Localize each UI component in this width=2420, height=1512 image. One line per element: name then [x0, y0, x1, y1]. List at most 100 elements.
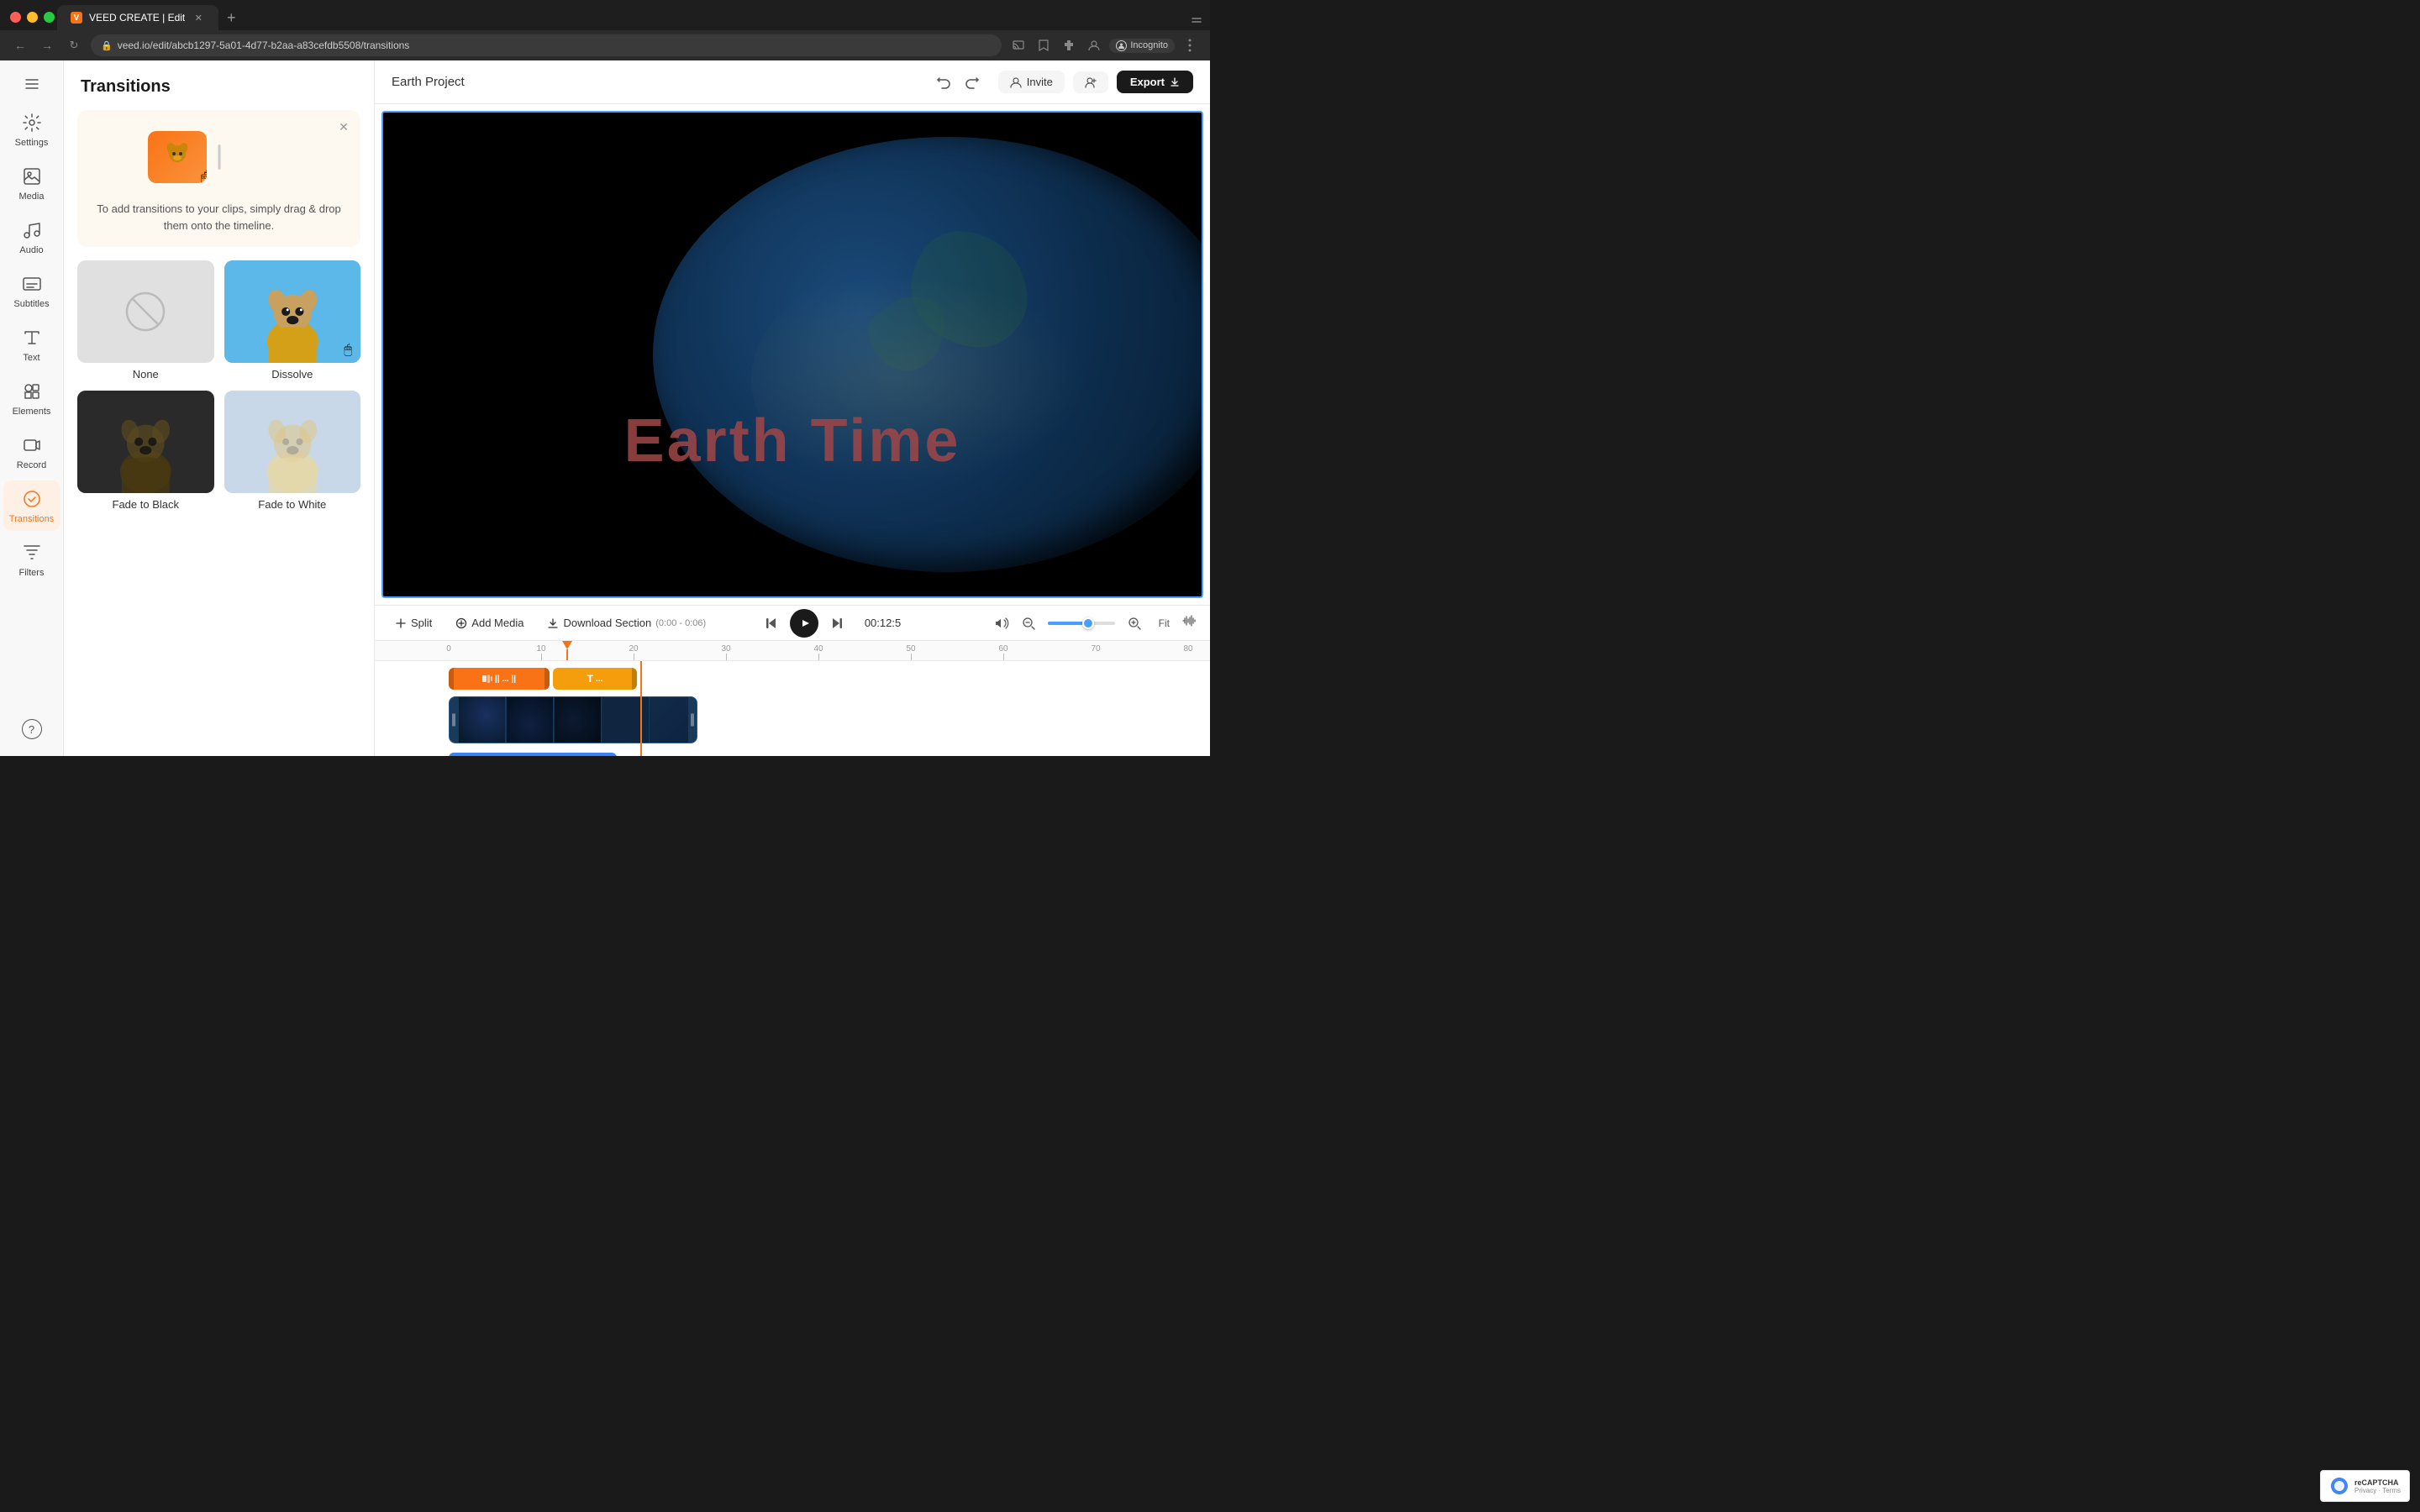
tab-expand-icon[interactable] [1190, 13, 1203, 27]
sidebar-item-record[interactable]: Record [3, 427, 60, 477]
sidebar-item-media[interactable]: Media [3, 158, 60, 208]
playhead-marker[interactable] [566, 641, 568, 660]
maximize-window-button[interactable] [44, 12, 55, 23]
incognito-badge[interactable]: Incognito [1109, 39, 1175, 53]
time-display: 00:12:5 [855, 617, 910, 629]
timeline-toolbar: Split Add Media Download Section (0:00 -… [375, 606, 1210, 641]
ruler-mark-80: 80 [1183, 644, 1192, 654]
add-user-icon [1085, 76, 1097, 88]
new-tab-button[interactable]: + [218, 5, 244, 30]
waveform-button[interactable] [1181, 613, 1197, 633]
video-clip-handle-left[interactable] [450, 697, 458, 743]
fit-button[interactable]: Fit [1154, 616, 1175, 631]
audio-clip[interactable]: ♪ Audio epic-new-world-m... [449, 753, 617, 756]
volume-button[interactable] [994, 616, 1009, 631]
film-frame-2 [507, 697, 554, 743]
track-row-audio: ♪ Audio epic-new-world-m... [381, 750, 1203, 756]
bookmark-icon[interactable] [1034, 35, 1054, 55]
ruler-tick-50 [911, 654, 912, 660]
export-button[interactable]: Export [1117, 71, 1193, 93]
ruler-mark-50: 50 [906, 644, 915, 654]
waveform-icon [1181, 613, 1197, 628]
add-media-button[interactable]: Add Media [449, 613, 530, 633]
minimize-window-button[interactable] [27, 12, 38, 23]
invite-button[interactable]: Invite [998, 71, 1065, 93]
back-button[interactable]: ← [10, 35, 30, 55]
download-range: (0:00 - 0:06) [655, 618, 706, 628]
clip-a-thumbnail: 🖱 [148, 131, 207, 183]
dissolve-dog-illustration [224, 260, 361, 363]
sidebar-item-transitions[interactable]: Transitions [3, 480, 60, 531]
earth-globe [653, 137, 1202, 572]
title-clip-label: ... [596, 675, 602, 684]
sidebar-elements-label: Elements [13, 407, 51, 417]
timeline-ruler: 0 10 20 30 40 50 60 70 80 90 100 110 [375, 641, 1210, 661]
download-section-button[interactable]: Download Section (0:00 - 0:06) [540, 613, 713, 633]
cast-icon[interactable] [1008, 35, 1028, 55]
close-window-button[interactable] [10, 12, 21, 23]
transition-none[interactable]: None [77, 260, 214, 381]
refresh-button[interactable]: ↻ [64, 35, 84, 55]
play-button[interactable] [790, 609, 818, 638]
browser-tab[interactable]: V VEED CREATE | Edit ✕ [57, 5, 218, 30]
sidebar-item-audio[interactable]: Audio [3, 212, 60, 262]
clip-ui-icon [482, 675, 492, 683]
video-clip[interactable] [449, 696, 697, 743]
tab-favicon: V [71, 12, 82, 24]
playhead-line [566, 649, 568, 661]
ui-clip[interactable]: || ... || [449, 668, 550, 690]
browser-chrome: V VEED CREATE | Edit ✕ + ← → ↻ 🔒 veed.io… [0, 0, 1210, 60]
help-button[interactable]: ? [3, 712, 60, 746]
title-clip-handle-right[interactable] [632, 668, 637, 690]
skip-back-button[interactable] [760, 612, 783, 635]
transition-fade-white-thumbnail [224, 391, 361, 493]
track-row-clips: || ... || T ... [381, 666, 1203, 691]
timeline-content: 0 10 20 30 40 50 60 70 80 90 100 110 [375, 641, 1210, 756]
lock-icon: 🔒 [101, 40, 113, 51]
extensions-icon[interactable] [1059, 35, 1079, 55]
editor-content: Earth Time Split Add Media [375, 104, 1210, 756]
sidebar-item-subtitles[interactable]: Subtitles [3, 265, 60, 316]
preview-canvas: Earth Time [383, 113, 1202, 596]
forward-button[interactable]: → [37, 35, 57, 55]
sidebar-item-text[interactable]: Text [3, 319, 60, 370]
recaptcha-text: reCAPTCHA Privacy · Terms [2354, 1478, 2401, 1494]
preview-area: Earth Time [381, 111, 1203, 598]
transition-dissolve[interactable]: 🖱 Dissolve [224, 260, 361, 381]
sidebar-bottom: ? [3, 712, 60, 746]
fade-white-dog-illustration [224, 391, 361, 493]
ruler-mark-20: 20 [629, 644, 638, 654]
transition-fade-black[interactable]: Fade to Black [77, 391, 214, 511]
profile-icon[interactable] [1084, 35, 1104, 55]
tab-close-button[interactable]: ✕ [192, 11, 205, 24]
zoom-thumb[interactable] [1082, 617, 1094, 629]
film-frame-3 [555, 697, 602, 743]
redo-button[interactable] [960, 70, 985, 95]
zoom-in-button[interactable] [1122, 611, 1147, 636]
sidebar-item-elements[interactable]: Elements [3, 373, 60, 423]
ruler-tick-30 [726, 654, 727, 660]
title-clip[interactable]: T ... [553, 668, 637, 690]
split-button[interactable]: Split [388, 613, 439, 633]
ruler-mark-60: 60 [998, 644, 1007, 654]
playback-controls: 00:12:5 [760, 609, 910, 638]
address-bar[interactable]: 🔒 veed.io/edit/abcb1297-5a01-4d77-b2aa-a… [91, 34, 1002, 56]
transition-fade-white[interactable]: Fade to White [224, 391, 361, 511]
sidebar-menu-button[interactable] [3, 71, 60, 97]
sidebar-item-settings[interactable]: Settings [3, 104, 60, 155]
video-clip-handle-right[interactable] [688, 697, 697, 743]
zoom-slider[interactable] [1048, 622, 1115, 625]
zoom-out-button[interactable] [1016, 611, 1041, 636]
clip-handle-right[interactable] [544, 668, 550, 690]
clip-handle-left[interactable] [449, 668, 454, 690]
recaptcha-badge: reCAPTCHA Privacy · Terms [2320, 1470, 2410, 1502]
sidebar-item-filters[interactable]: Filters [3, 534, 60, 585]
gear-icon [20, 111, 44, 134]
editor-main: Earth Project Invite Export [375, 60, 1210, 756]
skip-forward-button[interactable] [825, 612, 849, 635]
zoom-out-icon [1022, 617, 1035, 630]
add-collaborator-button[interactable] [1073, 71, 1108, 93]
undo-button[interactable] [931, 70, 956, 95]
menu-icon[interactable] [1180, 35, 1200, 55]
ruler-offset [375, 641, 449, 660]
